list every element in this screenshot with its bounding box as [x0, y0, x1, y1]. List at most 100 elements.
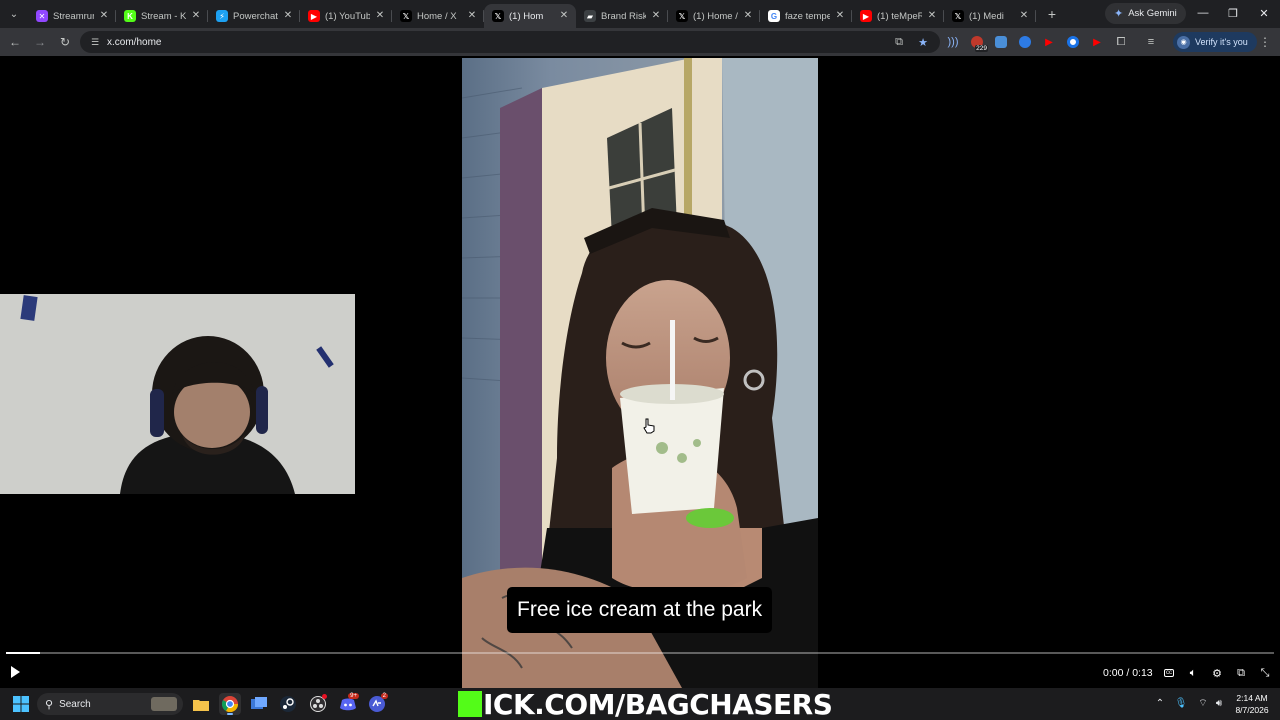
- tab-2[interactable]: ⚡ Powerchat ✕: [208, 4, 300, 28]
- extension-youtube-2[interactable]: ▶: [1086, 31, 1108, 53]
- close-window-button[interactable]: ✕: [1251, 3, 1277, 23]
- streamrun-icon: ✕: [36, 10, 48, 22]
- taskbar-ea-app[interactable]: 2: [366, 693, 388, 715]
- tab-1[interactable]: K Stream - Kic ✕: [116, 4, 208, 28]
- tab-6[interactable]: ▰ Brand Risk P ✕: [576, 4, 668, 28]
- play-button[interactable]: [8, 665, 22, 679]
- steam-icon: [280, 696, 296, 712]
- close-icon[interactable]: ✕: [190, 10, 202, 22]
- reading-list-button[interactable]: ≡: [1140, 31, 1162, 53]
- profile-avatar-icon: ◉: [1177, 35, 1190, 49]
- microphone-icon: 🎙︎: [1174, 697, 1188, 709]
- tray-volume[interactable]: 🔊︎: [1212, 696, 1226, 710]
- tab-10[interactable]: 𝕏 (1) Medi ✕: [944, 4, 1036, 28]
- tab-search-button[interactable]: ⌄: [3, 3, 25, 25]
- tab-list: ✕ Streamrun G ✕ K Stream - Kic ✕ ⚡ Powerchat ✕ ▶ (…: [28, 0, 1036, 28]
- blue-circle-icon: [1019, 36, 1031, 48]
- ask-gemini-label: Ask Gemini: [1128, 8, 1177, 19]
- volume-button[interactable]: 🔈︎: [1186, 666, 1200, 680]
- windows-start-button[interactable]: [13, 696, 29, 712]
- address-bar[interactable]: ☰ x.com/home ⧉ ★: [80, 31, 940, 53]
- back-button[interactable]: ←: [4, 31, 26, 53]
- chevron-down-icon: ⌄: [9, 8, 19, 20]
- x-icon: 𝕏: [400, 10, 412, 22]
- taskbar-clock[interactable]: 2:14 AM 8/7/2026: [1232, 692, 1272, 716]
- browser-toolbar: ← → ↻ ☰ x.com/home ⧉ ★ ))) 229 ▶ ▶ ⧠ ≡ ◉…: [0, 28, 1280, 56]
- youtube-icon: ▶: [308, 10, 320, 22]
- gear-icon: ⚙: [1212, 667, 1222, 680]
- tab-title: (1) Medi: [969, 10, 1004, 22]
- taskbar-obs[interactable]: [307, 693, 329, 715]
- tray-wifi[interactable]: ⌔: [1196, 696, 1210, 710]
- video-progress-bar[interactable]: [6, 652, 1274, 654]
- tab-title: Stream - Kic: [141, 10, 186, 22]
- site-info-icon[interactable]: ☰: [86, 33, 104, 51]
- puzzle-icon: ⧠: [1116, 35, 1126, 48]
- verify-profile-button[interactable]: ◉ Verify it's you: [1173, 32, 1257, 52]
- clock-time: 2:14 AM: [1236, 693, 1268, 703]
- tab-strip: ⌄ ✕Streamrun G✕KStream - Kic✕⚡Powerchat✕…: [0, 0, 1280, 28]
- reload-button[interactable]: ↻: [54, 31, 76, 53]
- taskbar-steam[interactable]: [277, 693, 299, 715]
- install-app-icon[interactable]: ⧉: [890, 33, 908, 51]
- minimize-button[interactable]: —: [1190, 3, 1216, 23]
- taskbar-app-window[interactable]: [248, 693, 270, 715]
- close-icon[interactable]: ✕: [558, 10, 570, 22]
- extensions-menu-button[interactable]: ⧠: [1110, 31, 1132, 53]
- captions-button[interactable]: cc: [1162, 666, 1176, 680]
- kick-logo-icon: [458, 691, 482, 717]
- extensions-bar: ))) 229 ▶ ▶ ⧠ ≡: [942, 31, 1162, 53]
- extension-audio[interactable]: ))): [942, 31, 964, 53]
- captions-icon: cc: [1164, 669, 1174, 677]
- close-icon[interactable]: ✕: [98, 10, 110, 22]
- close-icon: ✕: [1259, 7, 1269, 20]
- picture-in-picture-button[interactable]: ⧉: [1234, 666, 1248, 680]
- extension-shield[interactable]: [990, 31, 1012, 53]
- kebab-menu-icon: ⋮: [1259, 35, 1271, 49]
- close-icon[interactable]: ✕: [1018, 10, 1030, 22]
- video-progress-fill: [6, 652, 40, 654]
- extension-youtube[interactable]: ▶: [1038, 31, 1060, 53]
- extension-ring[interactable]: [1062, 31, 1084, 53]
- close-icon[interactable]: ✕: [742, 10, 754, 22]
- speaker-icon: 🔈︎: [1189, 666, 1197, 679]
- close-icon[interactable]: ✕: [282, 10, 294, 22]
- taskbar-discord[interactable]: 9+: [337, 693, 359, 715]
- verify-label: Verify it's you: [1195, 37, 1248, 47]
- omnibox-actions: ⧉ ★: [890, 33, 932, 51]
- restore-button[interactable]: ❐: [1220, 3, 1246, 23]
- tab-title: Brand Risk P: [601, 10, 646, 22]
- tab-7[interactable]: 𝕏 (1) Home / X ✕: [668, 4, 760, 28]
- tab-0[interactable]: ✕ Streamrun G ✕: [28, 4, 116, 28]
- close-icon[interactable]: ✕: [926, 10, 938, 22]
- extension-blue[interactable]: [1014, 31, 1036, 53]
- tab-3[interactable]: ▶ (1) YouTube ✕: [300, 4, 392, 28]
- forward-button[interactable]: →: [29, 31, 51, 53]
- taskbar-file-explorer[interactable]: [190, 693, 212, 715]
- taskbar-chrome[interactable]: [219, 693, 241, 715]
- tray-overflow-button[interactable]: ⌃: [1153, 696, 1167, 710]
- tab-5[interactable]: 𝕏 (1) Hom ✕: [484, 4, 576, 28]
- tab-9[interactable]: ▶ (1) teMpeRR ✕: [852, 4, 944, 28]
- exit-fullscreen-button[interactable]: ⤡: [1258, 666, 1272, 680]
- tab-title: (1) Home / X: [693, 10, 738, 22]
- gemini-spark-icon: ✦: [1114, 8, 1124, 20]
- search-highlight-image: [151, 697, 177, 711]
- close-icon[interactable]: ✕: [466, 10, 478, 22]
- x-icon: 𝕏: [492, 10, 504, 22]
- tab-4[interactable]: 𝕏 Home / X ✕: [392, 4, 484, 28]
- tray-microphone[interactable]: 🎙︎: [1174, 696, 1188, 710]
- taskbar-search[interactable]: ⚲ Search: [37, 693, 183, 715]
- browser-menu-button[interactable]: ⋮: [1256, 32, 1274, 52]
- extension-counter[interactable]: 229: [966, 31, 988, 53]
- close-icon[interactable]: ✕: [834, 10, 846, 22]
- close-icon[interactable]: ✕: [650, 10, 662, 22]
- video-caption: Free ice cream at the park: [507, 587, 773, 633]
- tab-8[interactable]: Gfaze temper ✕: [760, 4, 852, 28]
- close-icon[interactable]: ✕: [374, 10, 386, 22]
- bookmark-star-icon[interactable]: ★: [914, 33, 932, 51]
- settings-button[interactable]: ⚙: [1210, 666, 1224, 680]
- new-tab-button[interactable]: +: [1042, 4, 1062, 24]
- tab-title: Home / X: [417, 10, 457, 22]
- ask-gemini-button[interactable]: ✦ Ask Gemini: [1105, 3, 1186, 24]
